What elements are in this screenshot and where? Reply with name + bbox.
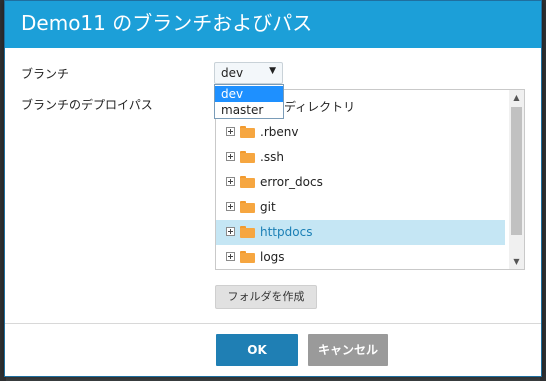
tree-item-label: .rbenv bbox=[260, 125, 299, 139]
branch-option-dev[interactable]: dev bbox=[215, 86, 283, 102]
tree-scrollbar[interactable]: ▲ ▼ bbox=[509, 90, 524, 269]
expand-icon[interactable] bbox=[226, 202, 235, 211]
tree-item-logs[interactable]: logs bbox=[216, 245, 505, 269]
folder-icon bbox=[240, 151, 255, 163]
folder-icon bbox=[240, 126, 255, 138]
tree-item-rbenv[interactable]: .rbenv bbox=[216, 120, 505, 145]
tree-item-git[interactable]: git bbox=[216, 195, 505, 220]
tree-item-label: error_docs bbox=[260, 175, 323, 189]
cancel-button[interactable]: キャンセル bbox=[308, 334, 388, 366]
expand-icon[interactable] bbox=[226, 252, 235, 261]
tree-item-label: .ssh bbox=[260, 150, 284, 164]
branch-select-value: dev bbox=[221, 66, 244, 80]
tree-item-label: logs bbox=[260, 250, 285, 264]
folder-icon bbox=[240, 251, 255, 263]
tree-item-ssh[interactable]: .ssh bbox=[216, 145, 505, 170]
expand-icon[interactable] bbox=[226, 127, 235, 136]
branch-label: ブランチ bbox=[21, 67, 70, 81]
tree-root-label: ディレクトリ bbox=[284, 100, 356, 114]
dialog-titlebar: Demo11 のブランチおよびパス bbox=[5, 1, 541, 48]
branch-option-master[interactable]: master bbox=[215, 102, 283, 118]
create-folder-button[interactable]: フォルダを作成 bbox=[215, 285, 317, 309]
branch-dropdown-list[interactable]: dev master bbox=[214, 84, 284, 119]
tree-item-httpdocs[interactable]: httpdocs bbox=[216, 220, 505, 245]
branch-select[interactable]: dev ▼ bbox=[214, 62, 283, 84]
tree-item-label: git bbox=[260, 200, 276, 214]
deploy-path-label: ブランチのデプロイパス bbox=[21, 98, 153, 112]
scrollbar-thumb[interactable] bbox=[511, 107, 522, 235]
caret-down-icon: ▼ bbox=[269, 66, 276, 76]
expand-icon[interactable] bbox=[226, 227, 235, 236]
folder-icon bbox=[240, 176, 255, 188]
expand-icon[interactable] bbox=[226, 152, 235, 161]
scroll-up-icon[interactable]: ▲ bbox=[509, 90, 524, 105]
folder-icon bbox=[240, 226, 255, 238]
dialog-title: Demo11 のブランチおよびパス bbox=[21, 11, 313, 35]
tree-item-label: httpdocs bbox=[260, 225, 313, 239]
ok-button[interactable]: OK bbox=[216, 334, 298, 366]
tree-item-error-docs[interactable]: error_docs bbox=[216, 170, 505, 195]
branch-path-dialog: Demo11 のブランチおよびパス ブランチ ブランチのデプロイパス ディレクト… bbox=[4, 0, 542, 377]
footer-divider bbox=[5, 323, 541, 324]
folder-icon bbox=[240, 201, 255, 213]
scroll-down-icon[interactable]: ▼ bbox=[509, 254, 524, 269]
expand-icon[interactable] bbox=[226, 177, 235, 186]
